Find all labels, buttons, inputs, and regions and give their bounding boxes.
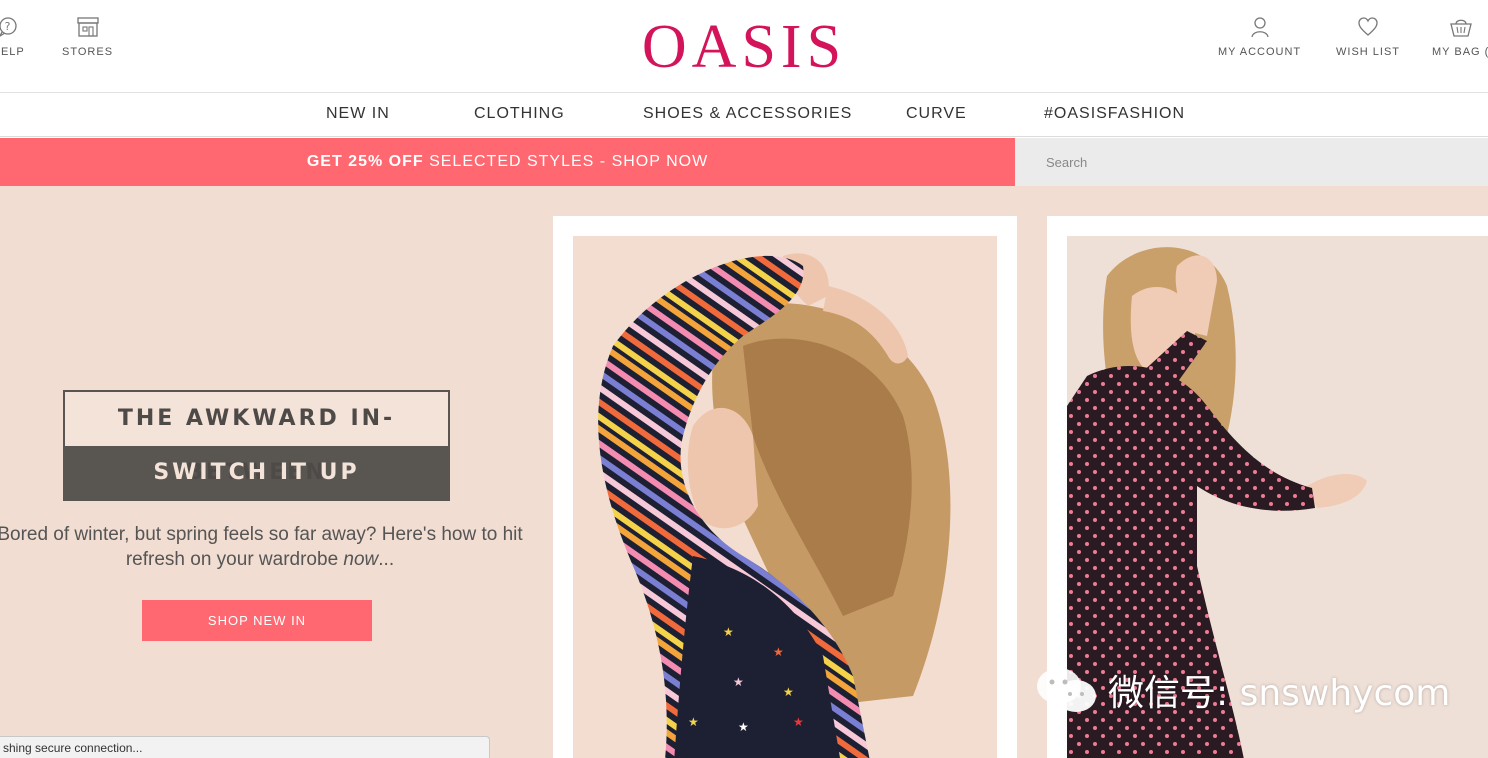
basket-icon [1449,19,1472,37]
hero-subtitle: SWITCH IT UP [65,446,448,499]
promo-banner[interactable]: GET 25% OFF SELECTED STYLES - SHOP NOW [0,138,1015,186]
search-input[interactable] [1015,138,1488,186]
product-card[interactable]: ★ ★ ★ ★ ★ ★ ★ [553,216,1017,758]
product-image-striped-jumper[interactable]: ★ ★ ★ ★ ★ ★ ★ [573,236,997,758]
hero-tagline-emphasis: now [343,549,379,570]
wish-list-label: WISH LIST [1336,46,1401,58]
my-account-link[interactable]: MY ACCOUNT [1218,16,1301,58]
wish-list-link[interactable]: WISH LIST [1336,16,1400,58]
svg-text:★: ★ [793,715,804,729]
my-bag-label: MY BAG ( [1432,46,1488,58]
nav-item-clothing[interactable]: CLOTHING [474,105,565,123]
nav-item-shoes-accessories[interactable]: SHOES & ACCESSORIES [643,105,852,123]
hero-title: THE AWKWARD IN-BETWEEN [65,392,448,485]
watermark-text: 微信号: snswhycom [1108,673,1451,714]
my-bag-link[interactable]: MY BAG ( [1432,16,1488,58]
hero-title-box: THE AWKWARD IN-BETWEEN SWITCH IT UP [63,390,450,501]
nav-item-new-in[interactable]: NEW IN [326,105,390,123]
svg-text:★: ★ [723,625,734,639]
hero-tagline-text: Bored of winter, but spring feels so far… [0,524,523,570]
heart-icon [1358,17,1378,36]
user-icon [1250,17,1269,38]
my-account-label: MY ACCOUNT [1218,46,1302,58]
promo-highlight: GET 25% OFF [306,153,424,170]
wechat-watermark: 微信号: snswhycom [1034,664,1450,716]
browser-status-bar: shing secure connection... [0,736,490,758]
hero-tagline-ellipsis: ... [378,549,395,570]
nav-item-oasisfashion[interactable]: #OASISFASHION [1044,105,1185,123]
main-nav: NEW IN CLOTHING SHOES & ACCESSORIES CURV… [0,94,1488,137]
svg-text:★: ★ [773,645,784,659]
wechat-icon [1037,668,1096,712]
svg-text:★: ★ [783,685,794,699]
svg-text:★: ★ [688,715,699,729]
promo-text: SELECTED STYLES - SHOP NOW [423,153,709,170]
header: ? HELP STORES OASIS MY ACCOUNT WISH LIST [0,0,1488,93]
nav-item-curve[interactable]: CURVE [906,105,967,123]
shop-new-in-button[interactable]: SHOP NEW IN [142,600,372,641]
svg-text:★: ★ [738,720,749,734]
hero-tagline: Bored of winter, but spring feels so far… [0,522,530,572]
svg-text:★: ★ [733,675,744,689]
